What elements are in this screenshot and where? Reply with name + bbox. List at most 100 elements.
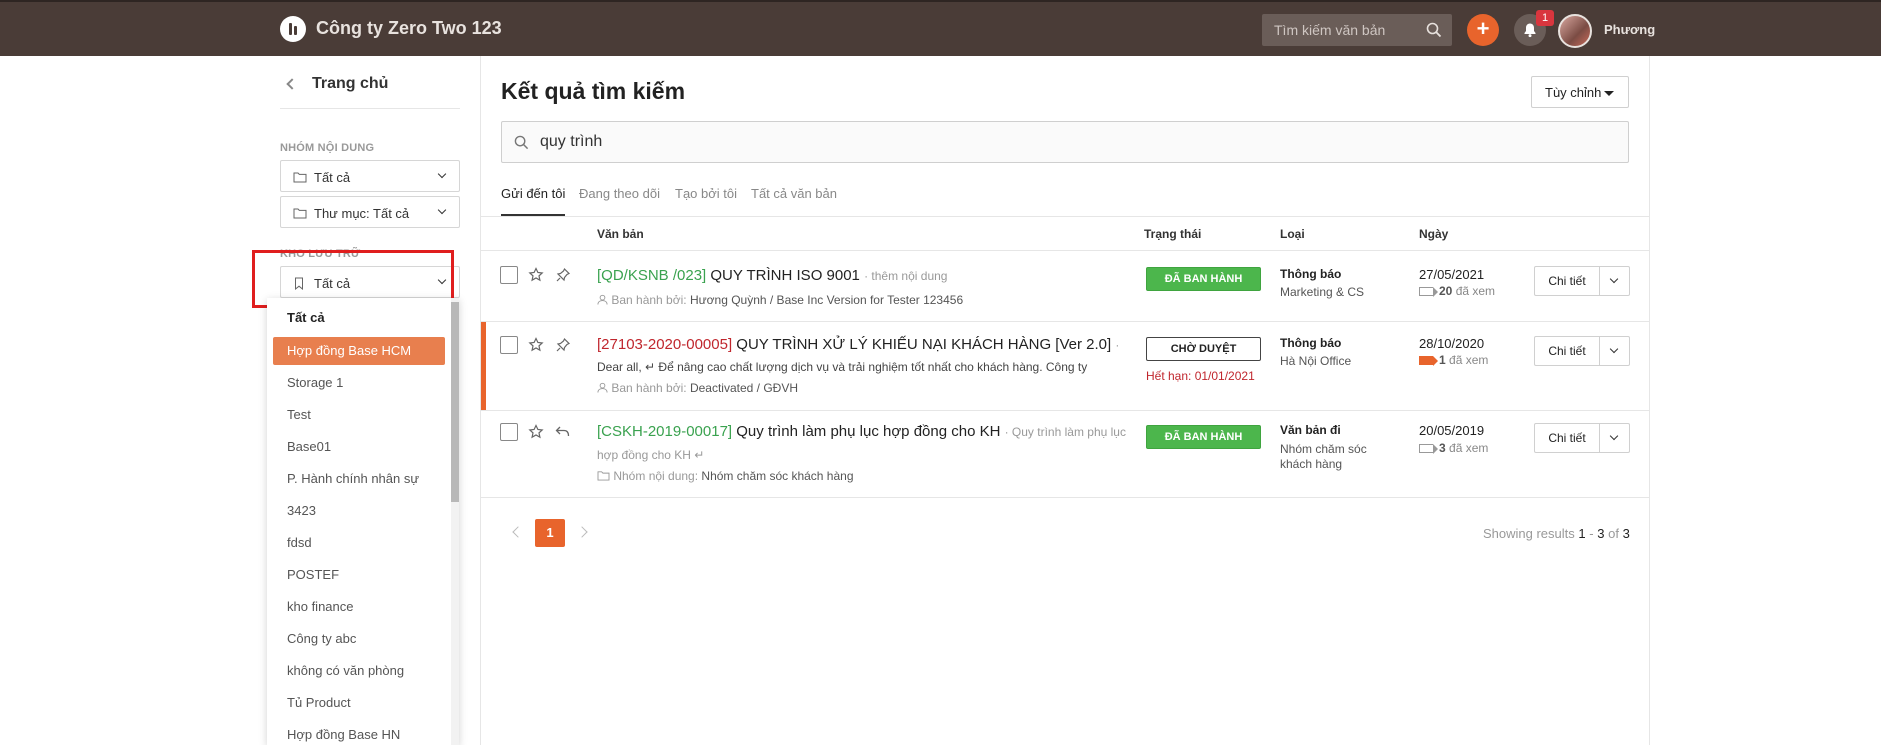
issuer-label: Ban hành bởi: — [611, 381, 687, 395]
star-icon[interactable] — [528, 337, 544, 353]
main-search — [501, 121, 1629, 163]
doc-code[interactable]: [27103-2020-00005] — [597, 336, 732, 353]
row-checkbox[interactable] — [500, 336, 518, 354]
chevron-left-icon — [286, 78, 298, 90]
dropdown-item[interactable]: P. Hành chính nhân sự — [273, 465, 445, 493]
dropdown-scrollbar[interactable] — [451, 298, 459, 745]
view-count-number: 1 — [1439, 353, 1446, 367]
doc-title-line[interactable]: [CSKH-2019-00017] Quy trình làm phụ lục … — [597, 423, 1126, 440]
chevron-down-icon[interactable] — [1609, 274, 1619, 284]
row-checkbox[interactable] — [500, 423, 518, 441]
dropdown-item[interactable]: 3423 — [273, 497, 445, 525]
header-search-input[interactable] — [1262, 14, 1422, 46]
dropdown-item[interactable]: Tất cả — [273, 304, 445, 332]
row-checkbox[interactable] — [500, 266, 518, 284]
user-name[interactable]: Phương — [1604, 22, 1655, 37]
table-row[interactable]: [CSKH-2019-00017] Quy trình làm phụ lục … — [481, 411, 1649, 497]
main-border — [1649, 56, 1650, 745]
detail-label: Chi tiết — [1548, 344, 1586, 358]
dropdown-item[interactable]: Công ty abc — [273, 625, 445, 653]
dropdown-item[interactable]: Hợp đồng Base HCM — [273, 337, 445, 365]
divider — [481, 497, 1649, 498]
col-header-type: Loại — [1280, 227, 1305, 241]
view-count: 20 đã xem — [1419, 284, 1495, 298]
doc-title-line[interactable]: [QD/KSNB /023] QUY TRÌNH ISO 9001 · thêm… — [597, 267, 947, 284]
doc-code[interactable]: [CSKH-2019-00017] — [597, 423, 732, 440]
dropdown-item[interactable]: Storage 1 — [273, 369, 445, 397]
tab-created-by-me[interactable]: Tạo bởi tôi — [675, 186, 737, 201]
detail-button[interactable]: Chi tiết — [1534, 423, 1630, 453]
pagination-next-icon[interactable] — [576, 526, 588, 538]
view-count: 1 đã xem — [1419, 353, 1488, 367]
detail-button[interactable]: Chi tiết — [1534, 266, 1630, 296]
pin-icon[interactable] — [555, 267, 571, 283]
doc-title-line[interactable]: [27103-2020-00005] QUY TRÌNH XỬ LÝ KHIẾU… — [597, 336, 1119, 353]
create-button[interactable]: + — [1467, 14, 1499, 46]
dropdown-item[interactable]: Base01 — [273, 433, 445, 461]
doc-group: Nhóm nội dung: Nhóm chăm sóc khách hàng — [597, 469, 854, 483]
tab-following[interactable]: Đang theo dõi — [579, 186, 660, 201]
table-row[interactable]: [QD/KSNB /023] QUY TRÌNH ISO 9001 · thêm… — [481, 251, 1649, 321]
issuer-value: Hương Quỳnh / Base Inc Version for Teste… — [689, 293, 964, 307]
results-from: 1 — [1578, 526, 1586, 541]
tag-icon — [1419, 356, 1438, 366]
content-group-select[interactable]: Tất cả — [280, 160, 460, 192]
top-header: Công ty Zero Two 123 + 1 Phương — [0, 0, 1881, 56]
company-name[interactable]: Công ty Zero Two 123 — [316, 18, 502, 39]
issuer-value: Deactivated / GĐVH — [689, 381, 798, 395]
folder-value: Thư mục: Tất cả — [314, 206, 410, 221]
status-badge: ĐÃ BAN HÀNH — [1146, 425, 1261, 449]
star-icon[interactable] — [528, 424, 544, 440]
search-icon[interactable] — [1426, 22, 1442, 38]
expire-date: Hết hạn: 01/01/2021 — [1146, 369, 1255, 383]
doc-issuer: Ban hành bởi: Hương Quỳnh / Base Inc Ver… — [597, 293, 963, 307]
content-group-value: Tất cả — [314, 170, 351, 185]
results-of: of — [1608, 526, 1619, 541]
doc-note: · thêm nội dung — [864, 269, 948, 283]
pin-icon[interactable] — [555, 337, 571, 353]
results-to: 3 — [1597, 526, 1605, 541]
avatar[interactable] — [1558, 14, 1592, 48]
group-value: Nhóm chăm sóc khách hàng — [701, 469, 854, 483]
customize-button[interactable]: Tùy chỉnh — [1531, 76, 1629, 108]
dropdown-item[interactable]: fdsd — [273, 529, 445, 557]
pagination-prev-icon[interactable] — [512, 526, 524, 538]
doc-title[interactable]: QUY TRÌNH ISO 9001 — [710, 267, 860, 284]
tab-sent-to-me[interactable]: Gửi đến tôi — [501, 186, 565, 201]
doc-title[interactable]: QUY TRÌNH XỬ LÝ KHIẾU NẠI KHÁCH HÀNG [Ve… — [736, 336, 1111, 353]
pagination-current[interactable]: 1 — [535, 519, 565, 547]
chevron-down-icon — [437, 169, 447, 179]
company-logo-icon[interactable] — [280, 16, 306, 42]
dropdown-item[interactable]: Hợp đồng Base HN — [273, 721, 445, 745]
view-count-label: đã xem — [1455, 284, 1496, 298]
table-row[interactable]: [27103-2020-00005] QUY TRÌNH XỬ LÝ KHIẾU… — [481, 322, 1649, 410]
star-icon[interactable] — [528, 267, 544, 283]
view-count: 3 đã xem — [1419, 441, 1488, 455]
chevron-down-icon[interactable] — [1609, 344, 1619, 354]
back-home-label: Trang chủ — [312, 75, 389, 92]
folder-select[interactable]: Thư mục: Tất cả — [280, 196, 460, 228]
folder-icon — [597, 471, 610, 481]
reply-icon[interactable] — [555, 424, 571, 440]
page-title: Kết quả tìm kiếm — [501, 78, 686, 104]
user-icon — [597, 294, 608, 305]
dropdown-item[interactable]: kho finance — [273, 593, 445, 621]
doc-title[interactable]: Quy trình làm phụ lục hợp đồng cho KH — [736, 423, 1000, 440]
chevron-down-icon[interactable] — [1609, 431, 1619, 441]
divider — [481, 216, 1649, 217]
main-search-input[interactable] — [540, 122, 1600, 162]
dropdown-item[interactable]: không có văn phòng — [273, 657, 445, 685]
sidebar-divider — [280, 108, 460, 109]
detail-button[interactable]: Chi tiết — [1534, 336, 1630, 366]
storage-dropdown-menu: Tất cả Hợp đồng Base HCM Storage 1 Test … — [267, 298, 459, 745]
dropdown-scrollbar-thumb[interactable] — [451, 302, 459, 502]
tab-all-documents[interactable]: Tất cả văn bản — [751, 186, 837, 201]
doc-date: 27/05/2021 — [1419, 267, 1485, 282]
dropdown-item[interactable]: Test — [273, 401, 445, 429]
doc-note: · Quy trình làm phụ lục — [1004, 425, 1126, 439]
dropdown-item[interactable]: Tủ Product — [273, 689, 445, 717]
button-separator — [1599, 424, 1600, 452]
doc-code[interactable]: [QD/KSNB /023] — [597, 267, 706, 284]
doc-description: Dear all, ↵ Để nâng cao chất lượng dịch … — [597, 360, 1088, 374]
dropdown-item[interactable]: POSTEF — [273, 561, 445, 589]
